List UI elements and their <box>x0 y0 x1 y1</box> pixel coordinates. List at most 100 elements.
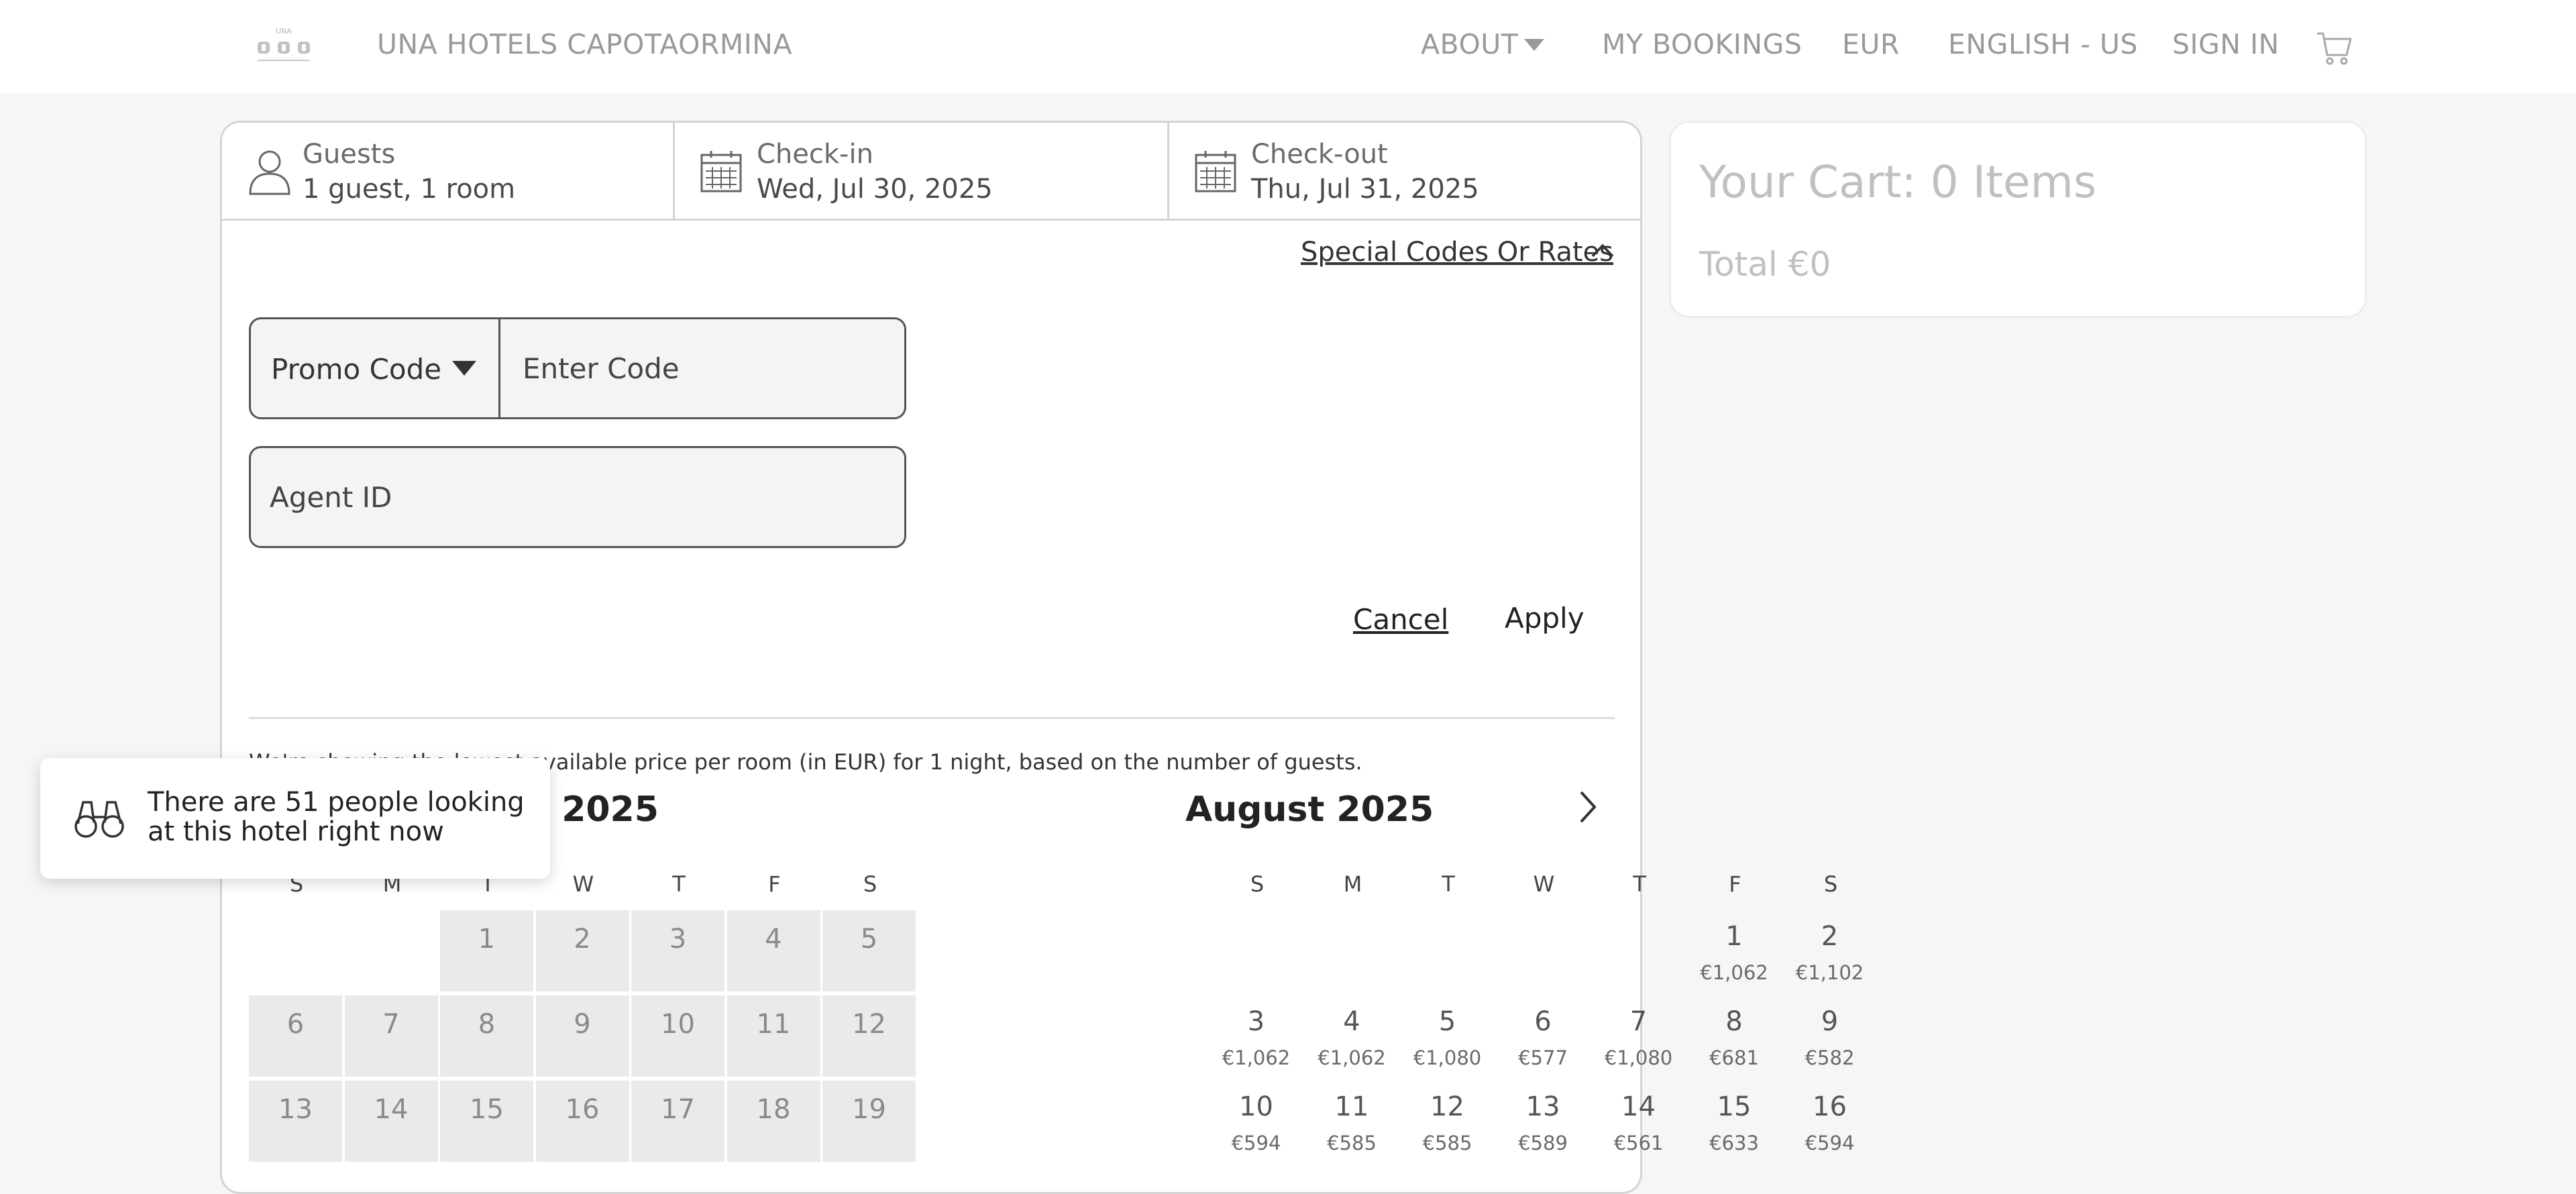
calendar-day-available[interactable]: 7 €1,080 <box>1592 995 1685 1077</box>
calendar-day-available[interactable]: 9 €582 <box>1783 995 1876 1077</box>
day-price: €589 <box>1518 1132 1568 1154</box>
calendar-day-unavailable: 3 <box>631 910 724 991</box>
day-number: 1 <box>1725 921 1743 952</box>
weekday-label: F <box>768 871 781 897</box>
apply-button[interactable]: Apply <box>1505 602 1585 635</box>
calendar-icon <box>700 151 742 193</box>
weekday-label: F <box>1729 871 1741 897</box>
calendar-day-available[interactable]: 16 €594 <box>1783 1081 1876 1162</box>
day-number: 14 <box>1621 1091 1656 1122</box>
nav-about[interactable]: ABOUT <box>1421 28 1518 60</box>
promo-type-select[interactable]: Promo Code <box>251 319 500 417</box>
guests-selector[interactable]: Guests 1 guest, 1 room <box>222 123 673 219</box>
weekday-label: T <box>672 871 686 897</box>
calendar-day-available[interactable]: 2 €1,102 <box>1783 910 1876 991</box>
calendar-day-available[interactable]: 14 €561 <box>1592 1081 1685 1162</box>
checkout-selector[interactable]: Check-out Thu, Jul 31, 2025 <box>1169 123 1640 219</box>
day-number: 1 <box>478 924 496 955</box>
day-number: 8 <box>478 1009 496 1040</box>
cart-title: Your Cart: 0 Items <box>1699 156 2097 208</box>
special-codes-toggle[interactable]: Special Codes Or Rates <box>1301 237 1613 268</box>
calendar-day-available[interactable]: 10 €594 <box>1210 1081 1303 1162</box>
cart-summary: Your Cart: 0 Items Total €0 <box>1669 121 2367 318</box>
cart-total: Total €0 <box>1699 245 1831 284</box>
weekday-label: W <box>572 871 594 897</box>
shopping-cart-icon[interactable] <box>2316 30 2353 67</box>
weekday-label: M <box>1343 871 1362 897</box>
day-number: 10 <box>661 1009 695 1040</box>
viewers-notification: There are 51 people looking at this hote… <box>40 758 550 879</box>
calendar-day-unavailable: 16 <box>535 1081 629 1162</box>
nav-my-bookings[interactable]: MY BOOKINGS <box>1602 28 1802 60</box>
nav-language[interactable]: ENGLISH - US <box>1948 28 2138 60</box>
una-hotels-logo[interactable]: UNA <box>255 25 313 67</box>
calendar-day-unavailable: 15 <box>440 1081 533 1162</box>
day-price: €1,080 <box>1413 1046 1482 1069</box>
hotel-name[interactable]: UNA HOTELS CAPOTAORMINA <box>377 28 792 60</box>
day-number: 16 <box>565 1094 600 1125</box>
day-number: 10 <box>1239 1091 1273 1122</box>
calendar-day-available[interactable]: 15 €633 <box>1688 1081 1781 1162</box>
calendar-day-unavailable: 13 <box>249 1081 342 1162</box>
calendar-day-available[interactable]: 12 €585 <box>1401 1081 1494 1162</box>
checkout-label: Check-out <box>1251 139 1388 170</box>
calendar-day-unavailable: 19 <box>822 1081 916 1162</box>
weekday-label: T <box>1442 871 1455 897</box>
calendar-day-unavailable: 18 <box>727 1081 820 1162</box>
day-price: €1,062 <box>1222 1046 1291 1069</box>
chevron-up-icon[interactable] <box>1591 242 1615 258</box>
day-price: €1,102 <box>1795 961 1864 984</box>
weekday-label: S <box>1823 871 1838 897</box>
checkout-value: Thu, Jul 31, 2025 <box>1251 174 1479 205</box>
day-number: 15 <box>470 1094 504 1125</box>
calendar-day-available[interactable]: 3 €1,062 <box>1210 995 1303 1077</box>
day-price: €1,080 <box>1604 1046 1673 1069</box>
calendar-day-available[interactable]: 1 €1,062 <box>1688 910 1781 991</box>
day-number: 3 <box>1247 1006 1265 1037</box>
calendar-day-available[interactable]: 8 €681 <box>1688 995 1781 1077</box>
caret-down-icon <box>452 361 476 376</box>
day-number: 13 <box>278 1094 313 1125</box>
day-number: 4 <box>1343 1006 1360 1037</box>
binoculars-icon <box>74 801 124 838</box>
calendar-day-available[interactable]: 6 €577 <box>1497 995 1590 1077</box>
guests-label: Guests <box>303 139 396 170</box>
calendar-day-available[interactable]: 4 €1,062 <box>1305 995 1399 1077</box>
day-number: 7 <box>382 1009 400 1040</box>
section-divider <box>249 717 1615 719</box>
calendar-day-available[interactable]: 11 €585 <box>1305 1081 1399 1162</box>
day-number: 3 <box>669 924 687 955</box>
day-number: 19 <box>852 1094 886 1125</box>
agent-id-input[interactable] <box>249 446 906 548</box>
viewers-message: There are 51 people looking at this hote… <box>148 787 525 847</box>
chevron-right-icon[interactable] <box>1574 788 1601 826</box>
calendar-day-available[interactable]: 5 €1,080 <box>1401 995 1494 1077</box>
day-price: €561 <box>1613 1132 1664 1154</box>
day-number: 15 <box>1717 1091 1752 1122</box>
checkin-selector[interactable]: Check-in Wed, Jul 30, 2025 <box>675 123 1167 219</box>
day-number: 6 <box>286 1009 305 1040</box>
caret-down-icon[interactable] <box>1524 39 1544 52</box>
promo-code-input[interactable] <box>502 319 904 417</box>
calendar-day-unavailable: 5 <box>822 910 916 991</box>
search-bar: Guests 1 guest, 1 room Check-in Wed, Jul… <box>222 123 1640 221</box>
calendar-day-unavailable: 12 <box>822 995 916 1077</box>
calendar-day-unavailable: 11 <box>727 995 820 1077</box>
day-number: 16 <box>1813 1091 1847 1122</box>
day-number: 11 <box>1334 1091 1369 1122</box>
day-price: €582 <box>1805 1046 1855 1069</box>
month-title-august: August 2025 <box>1185 790 1434 830</box>
day-price: €594 <box>1231 1132 1281 1154</box>
day-price: €633 <box>1709 1132 1759 1154</box>
calendar-day-available[interactable]: 13 €589 <box>1497 1081 1590 1162</box>
nav-sign-in[interactable]: SIGN IN <box>2172 28 2279 60</box>
day-number: 8 <box>1725 1006 1743 1037</box>
day-number: 13 <box>1525 1091 1560 1122</box>
cancel-button[interactable]: Cancel <box>1353 603 1448 636</box>
day-price: €1,062 <box>1318 1046 1386 1069</box>
day-number: 6 <box>1534 1006 1552 1037</box>
nav-currency[interactable]: EUR <box>1842 28 1900 60</box>
calendar-day-unavailable: 10 <box>631 995 724 1077</box>
day-number: 7 <box>1629 1006 1648 1037</box>
weekday-label: S <box>863 871 877 897</box>
